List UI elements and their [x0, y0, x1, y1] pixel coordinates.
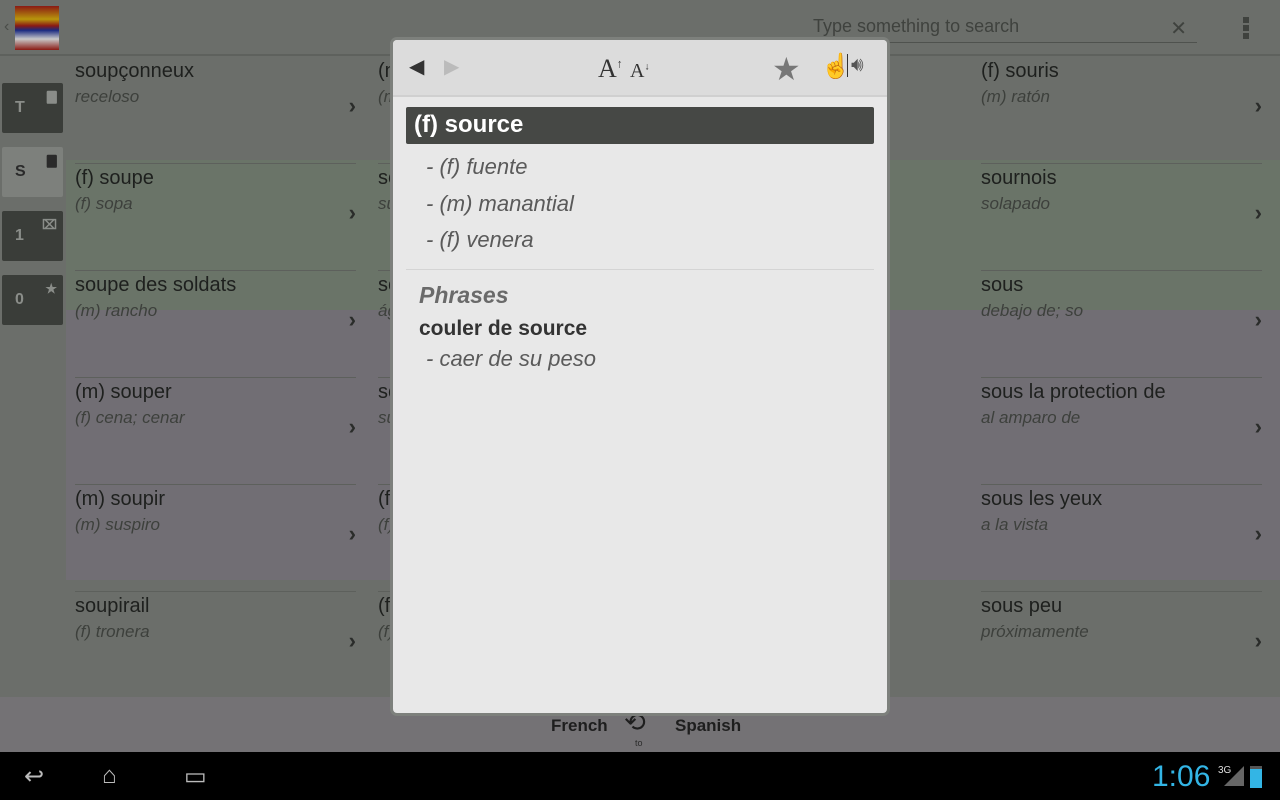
list-item[interactable]: (f) soupe (f) sopa ›: [66, 164, 356, 271]
list-item[interactable]: sous les yeux a la vista ›: [972, 485, 1262, 592]
french-flag-icon: 🀫: [46, 153, 57, 168]
chevron-right-icon: ›: [1254, 93, 1262, 118]
list-item[interactable]: sous peu próximamente ›: [972, 592, 1262, 699]
chevron-right-icon: ›: [1254, 521, 1262, 546]
translation: (f): [378, 515, 395, 534]
to-label: to: [635, 738, 643, 748]
back-icon[interactable]: ↩: [24, 762, 44, 791]
translation: (f) tronera: [75, 622, 150, 641]
chevron-right-icon: ›: [1254, 200, 1262, 225]
sidebar-tab-T[interactable]: T 🀫: [2, 83, 63, 133]
translation: (f) sopa: [75, 194, 133, 213]
term: soupe des soldats: [75, 274, 237, 296]
list-item[interactable]: soupçonneux receloso ›: [66, 57, 356, 164]
list-item[interactable]: (m) souper (f) cena; cenar ›: [66, 378, 356, 485]
translation: próximamente: [981, 622, 1089, 641]
translation: - (f) venera: [426, 227, 534, 252]
history-icon: ⌧: [42, 217, 57, 232]
target-language[interactable]: Spanish: [675, 716, 741, 736]
translation: receloso: [75, 87, 140, 106]
translation: al amparo de: [981, 408, 1081, 427]
system-nav-bar: ↩ ⌂ ▭ 1:06 3G: [0, 752, 1280, 800]
chevron-right-icon: ›: [348, 93, 356, 118]
translation: (m) rancho: [75, 301, 158, 320]
list-item[interactable]: soupirail (f) tronera ›: [66, 592, 356, 699]
term: (f) souris: [981, 60, 1059, 82]
chevron-right-icon: ›: [1254, 414, 1262, 439]
star-icon[interactable]: ★: [772, 50, 801, 88]
search-input[interactable]: Type something to search ✕: [813, 16, 1197, 43]
sidebar-tab-1[interactable]: 1 ⌧: [2, 211, 63, 261]
translation: debajo de; so: [981, 301, 1084, 320]
translation: (f): [378, 622, 395, 641]
list-item[interactable]: (f) souris (m) ratón ›: [972, 57, 1262, 164]
phrases-heading: Phrases: [419, 281, 509, 308]
signal-icon: [1224, 766, 1244, 786]
battery-charging-icon: [1250, 766, 1262, 788]
source-language[interactable]: French: [551, 716, 608, 736]
term: sous les yeux: [981, 488, 1103, 510]
font-increase-icon[interactable]: A↑: [598, 54, 623, 84]
term: soupçonneux: [75, 60, 194, 82]
chevron-right-icon: ›: [348, 414, 356, 439]
tab-label: T: [15, 99, 25, 116]
list-item[interactable]: soupe des soldats (m) rancho ›: [66, 271, 356, 378]
app-logo[interactable]: [15, 6, 59, 50]
star-icon: ★: [45, 281, 57, 296]
translation: (m) suspiro: [75, 515, 161, 534]
home-icon[interactable]: ⌂: [102, 762, 117, 790]
chevron-right-icon: ›: [1254, 307, 1262, 332]
tab-label: 1: [15, 227, 24, 244]
chevron-right-icon: ›: [348, 628, 356, 653]
translation: solapado: [981, 194, 1051, 213]
term: (m) soupir: [75, 488, 166, 510]
translation: - (m) manantial: [426, 190, 574, 216]
chevron-right-icon: ›: [348, 200, 356, 225]
phrase-translation: - caer de su peso: [426, 345, 596, 371]
clock: 1:06: [1152, 760, 1211, 793]
recent-apps-icon[interactable]: ▭: [184, 762, 207, 791]
headword: (f) source: [406, 107, 874, 144]
next-icon[interactable]: ▶: [444, 54, 459, 79]
term: sous la protection de: [981, 381, 1166, 403]
term: (f) soupe: [75, 167, 154, 189]
chevron-left-icon[interactable]: ‹: [4, 18, 9, 36]
divider: [406, 268, 874, 270]
list-item[interactable]: sournois solapado ›: [972, 164, 1262, 271]
term: sous peu: [981, 595, 1063, 617]
term: sournois: [981, 167, 1057, 189]
popup-toolbar: ◀ ▶ A↑ A↓ ★ ☝ 🔊︎: [393, 40, 887, 97]
previous-icon[interactable]: ◀: [409, 54, 424, 79]
close-icon[interactable]: ✕: [1170, 16, 1187, 41]
search-placeholder: Type something to search: [813, 16, 1020, 36]
term: (m) souper: [75, 381, 172, 403]
tab-label: S: [15, 163, 26, 180]
sidebar: T 🀫 S 🀫 1 ⌧ 0 ★: [0, 57, 66, 697]
font-decrease-icon[interactable]: A↓: [630, 60, 649, 83]
chevron-right-icon: ›: [1254, 628, 1262, 653]
sidebar-tab-S[interactable]: S 🀫: [2, 147, 63, 197]
term: sous: [981, 274, 1024, 296]
sidebar-tab-0[interactable]: 0 ★: [2, 275, 63, 325]
spanish-flag-icon: 🀫: [46, 89, 57, 104]
translation: a la vista: [981, 515, 1049, 534]
list-item[interactable]: sous la protection de al amparo de ›: [972, 378, 1262, 485]
tab-label: 0: [15, 291, 24, 308]
definition-popup: ◀ ▶ A↑ A↓ ★ ☝ 🔊︎ (f) source - (f) fuente…: [393, 40, 887, 713]
term: soupirail: [75, 595, 150, 617]
translation: - (f) fuente: [426, 154, 528, 179]
overflow-menu-icon[interactable]: [1243, 17, 1250, 41]
translation: (m) ratón: [981, 87, 1050, 106]
phrase: couler de source: [419, 316, 588, 340]
list-item[interactable]: sous debajo de; so ›: [972, 271, 1262, 378]
chevron-right-icon: ›: [348, 307, 356, 332]
chevron-right-icon: ›: [348, 521, 356, 546]
speaker-icon[interactable]: 🔊︎: [847, 54, 864, 77]
translation: (f) cena; cenar: [75, 408, 185, 427]
list-item[interactable]: (m) soupir (m) suspiro ›: [66, 485, 356, 592]
